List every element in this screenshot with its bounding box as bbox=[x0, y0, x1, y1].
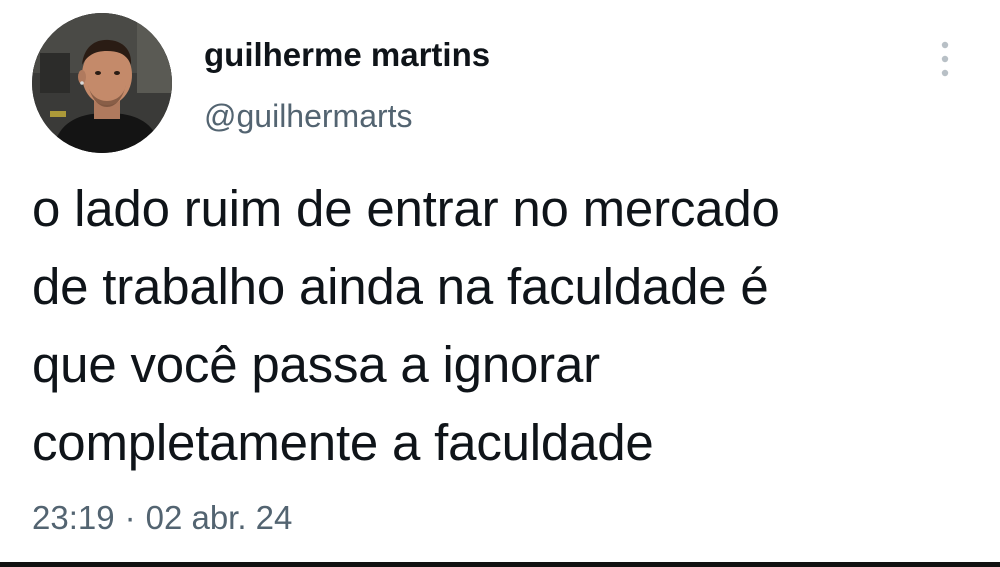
tweet-text-line: o lado ruim de entrar no mercado bbox=[32, 180, 780, 237]
tweet-card: guilherme martins @guilhermarts o lado r… bbox=[0, 0, 1000, 562]
avatar[interactable] bbox=[32, 13, 172, 153]
meta-separator: · bbox=[124, 499, 136, 536]
tweet-text: o lado ruim de entrar no mercado de trab… bbox=[32, 170, 977, 482]
tweet-date: 02 abr. 24 bbox=[145, 499, 293, 536]
tweet-timestamp[interactable]: 23:19 · 02 abr. 24 bbox=[32, 499, 292, 537]
avatar-photo bbox=[32, 13, 172, 153]
user-handle[interactable]: @guilhermarts bbox=[204, 98, 413, 135]
bottom-border bbox=[0, 562, 1000, 567]
tweet-text-line: completamente a faculdade bbox=[32, 414, 654, 471]
display-name[interactable]: guilherme martins bbox=[204, 36, 490, 74]
tweet-text-line: que você passa a ignorar bbox=[32, 336, 600, 393]
more-options-button[interactable] bbox=[930, 38, 960, 80]
tweet-text-line: de trabalho ainda na faculdade é bbox=[32, 258, 769, 315]
more-vertical-icon bbox=[941, 41, 949, 77]
tweet-time: 23:19 bbox=[32, 499, 115, 536]
